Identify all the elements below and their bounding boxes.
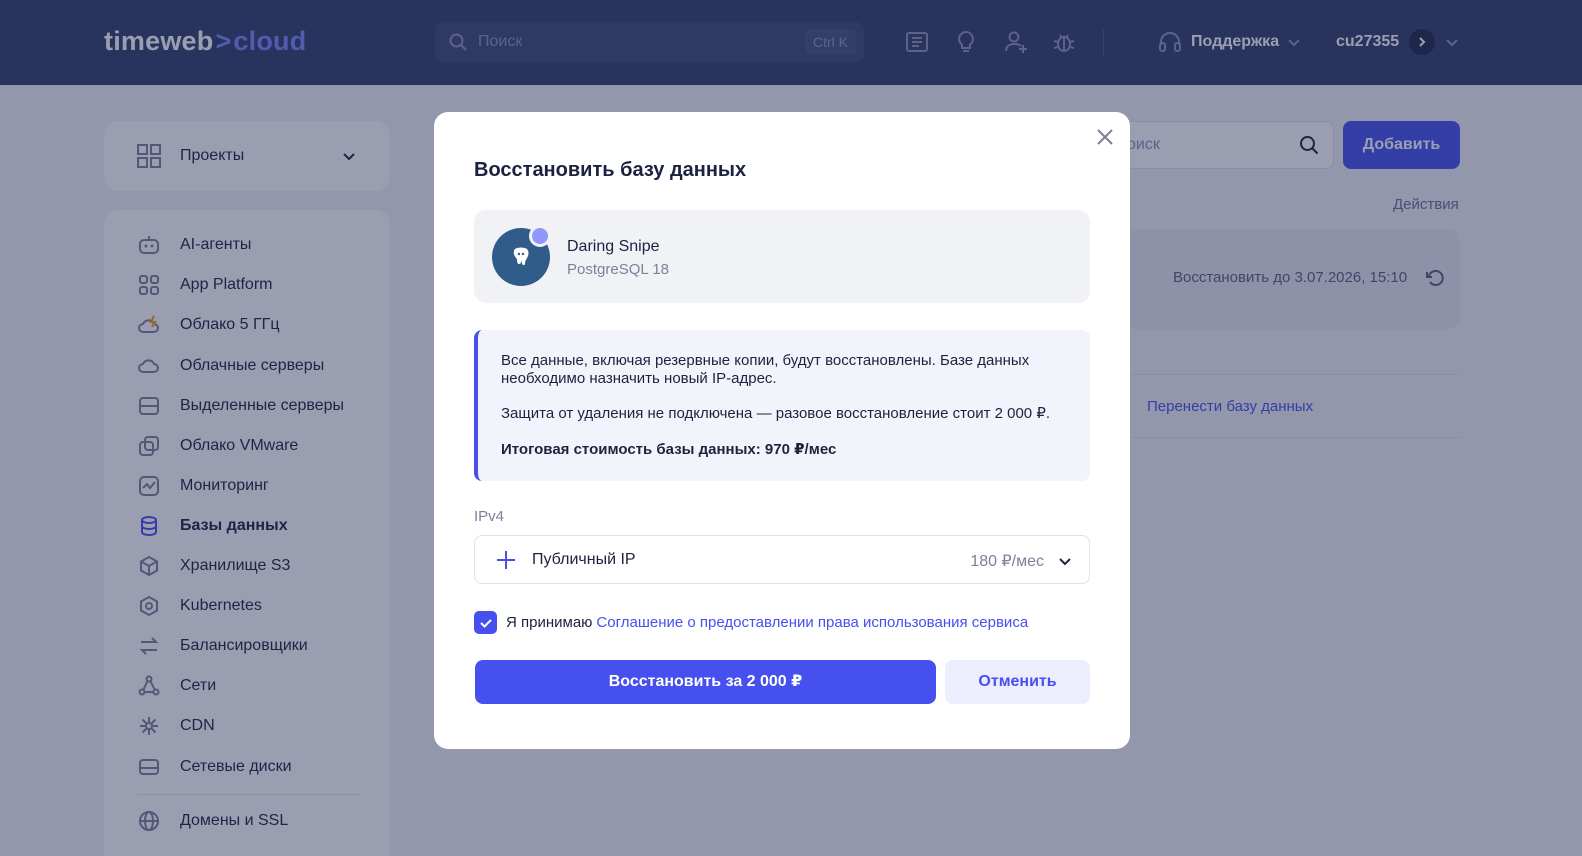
postgresql-icon <box>492 225 551 286</box>
database-name: Daring Snipe <box>567 238 660 255</box>
ipv4-label: IPv4 <box>474 508 505 525</box>
info-text-restore: Все данные, включая резервные копии, буд… <box>501 352 1030 387</box>
info-box: Все данные, включая резервные копии, буд… <box>474 330 1090 481</box>
database-card: Daring Snipe PostgreSQL 18 <box>474 210 1090 303</box>
agreement-checkbox[interactable] <box>474 611 497 634</box>
check-icon <box>479 618 492 628</box>
close-icon[interactable] <box>1094 126 1116 148</box>
agreement-link[interactable]: Соглашение о предоставлении права исполь… <box>596 614 1028 631</box>
public-ip-label: Публичный IP <box>532 551 636 568</box>
info-text-total-cost: Итоговая стоимость базы данных: 970 ₽/ме… <box>501 441 837 458</box>
public-ip-select[interactable]: Публичный IP 180 ₽/мес <box>474 535 1090 584</box>
info-text-protection: Защита от удаления не подключена — разов… <box>501 405 1051 422</box>
database-version: PostgreSQL 18 <box>567 261 670 278</box>
status-badge <box>529 225 551 247</box>
agreement-prefix: Я принимаю <box>506 614 593 631</box>
agreement-row: Я принимаю Соглашение о предоставлении п… <box>474 611 1028 634</box>
cancel-button[interactable]: Отменить <box>945 660 1090 704</box>
public-ip-price: 180 ₽/мес <box>970 553 1044 570</box>
plus-icon <box>497 551 515 569</box>
chevron-down-icon <box>1059 558 1071 566</box>
modal-title: Восстановить базу данных <box>474 159 747 181</box>
restore-database-modal: Восстановить базу данных Daring Snipe Po… <box>434 112 1130 749</box>
restore-button[interactable]: Восстановить за 2 000 ₽ <box>475 660 936 704</box>
